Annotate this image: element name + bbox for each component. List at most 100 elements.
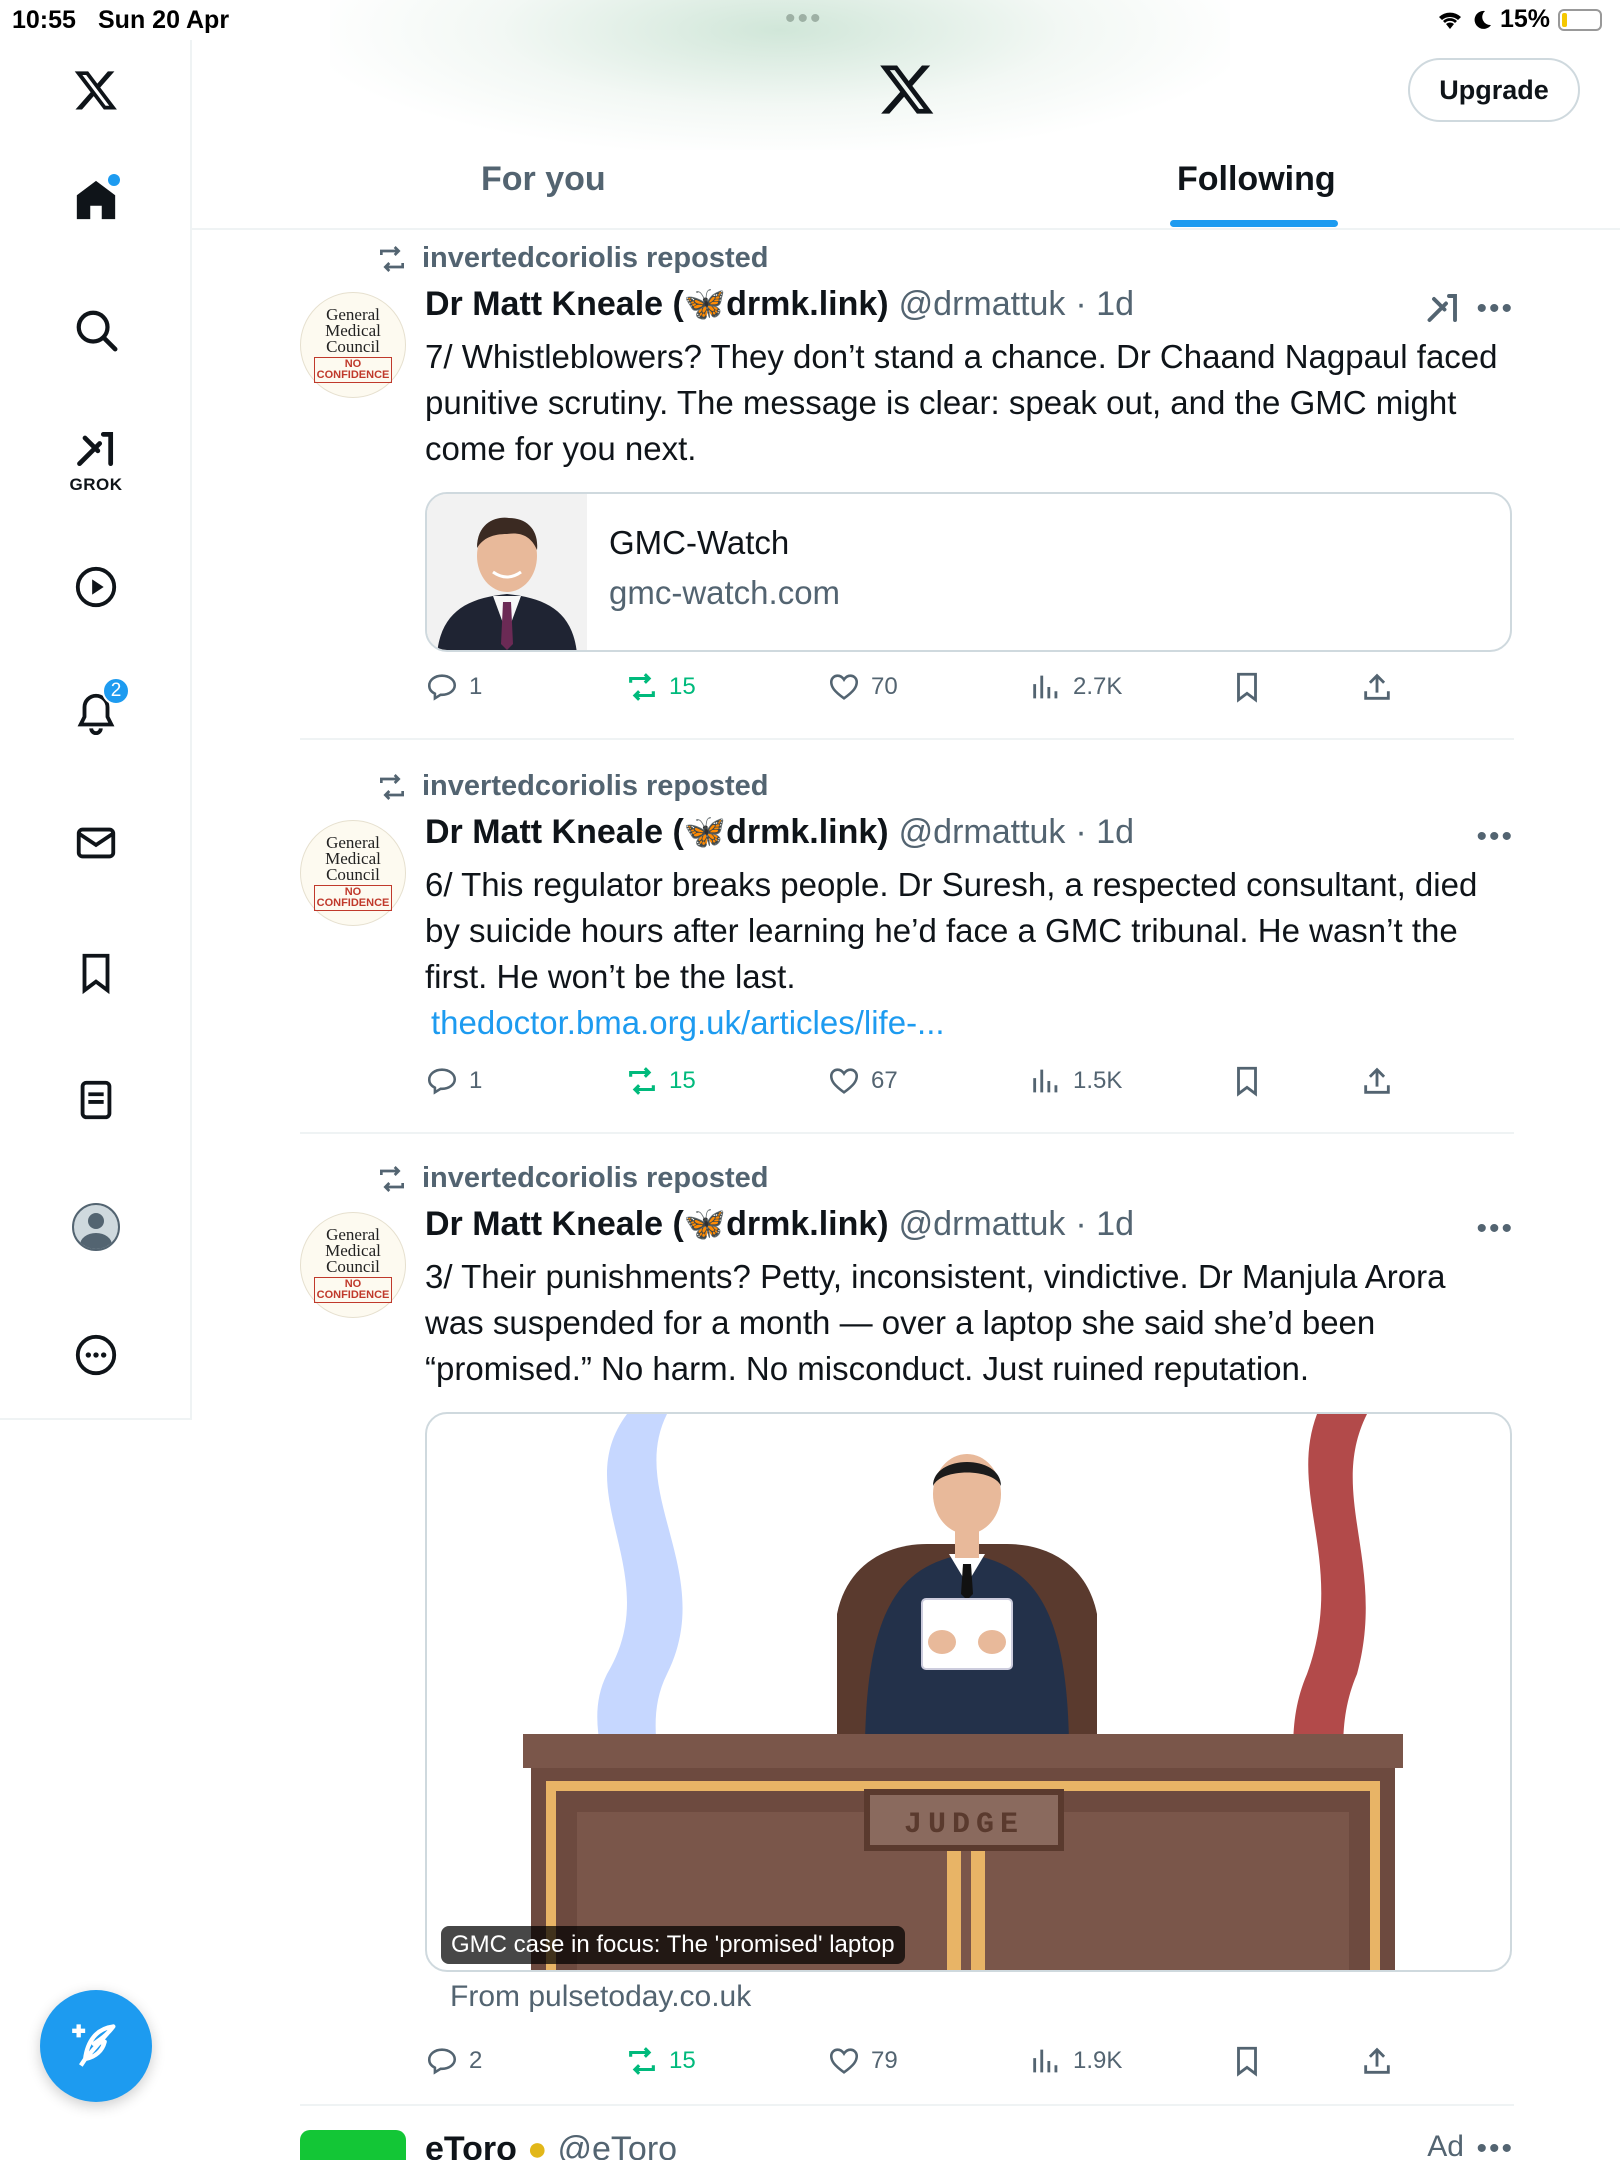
author-handle[interactable]: @drmattuk <box>899 813 1066 852</box>
reply-count: 1 <box>469 1067 483 1094</box>
author-handle[interactable]: @drmattuk <box>899 285 1066 324</box>
repost-icon <box>380 773 404 800</box>
repost-icon <box>629 1067 655 1095</box>
post[interactable]: invertedcoriolis reposted General Medical… <box>300 242 1514 740</box>
post[interactable]: invertedcoriolis reposted General Medical… <box>300 1162 1514 2106</box>
post-time[interactable]: · 1d <box>1075 1205 1134 1244</box>
reply-button[interactable]: 1 <box>425 670 482 704</box>
ad-post[interactable]: eToro ● @eToro Ad ••• <box>300 2130 1514 2160</box>
view-count: 1.9K <box>1073 2047 1123 2074</box>
views-button[interactable]: 1.5K <box>1029 1064 1122 1098</box>
bookmark-icon[interactable] <box>56 933 136 1013</box>
author-name[interactable]: eToro <box>425 2130 517 2160</box>
share-button[interactable] <box>1360 1064 1394 1098</box>
wifi-icon <box>1438 12 1461 29</box>
like-count: 67 <box>871 1067 898 1094</box>
post-more-icon[interactable]: ••• <box>1476 820 1514 854</box>
post-link[interactable]: thedoctor.bma.org.uk/articles/life-... <box>431 1000 1510 1046</box>
media-caption: GMC case in focus: The 'promised' laptop <box>441 1926 905 1964</box>
like-button[interactable]: 79 <box>827 2044 898 2078</box>
grok-icon[interactable]: GROK <box>56 415 136 515</box>
post-more-icon[interactable]: ••• <box>1476 1212 1514 1246</box>
post-header: Dr Matt Kneale (🦋drmk.link) @drmattuk · … <box>425 812 1134 852</box>
reply-button[interactable]: 2 <box>425 2044 482 2078</box>
author-avatar[interactable]: General Medical Council NO CONFIDENCE <box>300 820 406 926</box>
like-count: 79 <box>871 2047 898 2074</box>
compose-feather-icon <box>72 2024 116 2067</box>
repost-count: 15 <box>669 673 696 700</box>
repost-icon <box>380 1165 404 1192</box>
video-icon[interactable] <box>56 547 136 627</box>
compose-button[interactable] <box>40 1990 152 2102</box>
bookmark-button[interactable] <box>1230 1064 1264 1098</box>
x-logo-icon[interactable] <box>56 50 136 130</box>
home-icon[interactable] <box>56 160 136 240</box>
author-avatar[interactable]: General Medical Council NO CONFIDENCE <box>300 1212 406 1318</box>
author-name[interactable]: Dr Matt Kneale (🦋drmk.link) <box>425 812 889 852</box>
repost-button[interactable]: 15 <box>625 2044 696 2078</box>
author-name[interactable]: Dr Matt Kneale (🦋drmk.link) <box>425 1204 889 1244</box>
post-divider <box>300 738 1514 740</box>
views-button[interactable]: 1.9K <box>1029 2044 1122 2078</box>
reply-icon <box>427 2048 457 2075</box>
repost-indicator: invertedcoriolis reposted <box>376 1162 769 1195</box>
status-indicators: 15% <box>1436 5 1602 34</box>
bookmark-icon <box>1237 672 1257 703</box>
search-icon[interactable] <box>56 290 136 370</box>
views-button[interactable]: 2.7K <box>1029 670 1122 704</box>
share-button[interactable] <box>1360 2044 1394 2078</box>
post-time[interactable]: · 1d <box>1075 285 1134 324</box>
repost-button[interactable]: 15 <box>625 670 696 704</box>
active-tab-indicator <box>1170 220 1338 227</box>
profile-icon[interactable] <box>56 1187 136 1267</box>
like-button[interactable]: 67 <box>827 1064 898 1098</box>
battery-icon <box>1558 8 1602 31</box>
ad-label: Ad <box>1427 2130 1464 2160</box>
verified-badge-icon: ● <box>526 2130 548 2160</box>
bookmark-button[interactable] <box>1230 2044 1264 2078</box>
heart-icon <box>829 2048 859 2074</box>
more-icon[interactable] <box>56 1315 136 1395</box>
post-more-icon[interactable]: ••• <box>1476 292 1514 326</box>
notifications-bell-icon[interactable]: 2 <box>56 673 136 753</box>
media-card[interactable]: JUDGE GMC case in focus: The 'promised' … <box>425 1412 1512 1972</box>
repost-indicator: invertedcoriolis reposted <box>376 242 769 275</box>
reply-count: 1 <box>469 673 483 700</box>
tab-following[interactable]: Following <box>1177 160 1336 199</box>
heart-icon <box>829 674 859 700</box>
etoro-avatar[interactable] <box>300 2130 406 2160</box>
upgrade-button[interactable]: Upgrade <box>1408 58 1580 122</box>
media-source[interactable]: From pulsetoday.co.uk <box>450 1980 751 2014</box>
author-avatar[interactable]: General Medical Council NO CONFIDENCE <box>300 292 406 398</box>
post-header: Dr Matt Kneale (🦋drmk.link) @drmattuk · … <box>425 1204 1134 1244</box>
like-count: 70 <box>871 673 898 700</box>
no-confidence-stamp: NO CONFIDENCE <box>313 885 393 911</box>
reply-button[interactable]: 1 <box>425 1064 482 1098</box>
post-actions: 1 15 70 2.7K <box>425 670 1425 710</box>
link-card[interactable]: GMC-Watch gmc-watch.com <box>425 492 1512 652</box>
mail-icon[interactable] <box>56 803 136 883</box>
post-more-icon[interactable]: ••• <box>1476 2132 1514 2160</box>
no-confidence-stamp: NO CONFIDENCE <box>313 357 393 383</box>
share-button[interactable] <box>1360 670 1394 704</box>
sidebar: GROK 2 <box>0 40 192 1420</box>
like-button[interactable]: 70 <box>827 670 898 704</box>
x-logo-header-icon[interactable] <box>878 60 936 118</box>
author-handle[interactable]: @eToro <box>557 2130 677 2160</box>
post[interactable]: invertedcoriolis reposted General Medical… <box>300 770 1514 1134</box>
grok-explain-icon[interactable] <box>1425 290 1461 326</box>
author-name[interactable]: Dr Matt Kneale (🦋drmk.link) <box>425 284 889 324</box>
repost-button[interactable]: 15 <box>625 1064 696 1098</box>
link-card-title: GMC-Watch <box>609 524 790 561</box>
reply-count: 2 <box>469 2047 483 2074</box>
post-divider <box>300 2104 1514 2106</box>
repost-text: invertedcoriolis reposted <box>422 770 769 802</box>
bookmark-button[interactable] <box>1230 670 1264 704</box>
header-divider <box>192 228 1620 230</box>
lists-icon[interactable] <box>56 1060 136 1140</box>
share-icon <box>1364 673 1390 700</box>
author-handle[interactable]: @drmattuk <box>899 1205 1066 1244</box>
notifications-badge: 2 <box>102 677 130 705</box>
post-time[interactable]: · 1d <box>1075 813 1134 852</box>
tab-for-you[interactable]: For you <box>481 160 606 199</box>
